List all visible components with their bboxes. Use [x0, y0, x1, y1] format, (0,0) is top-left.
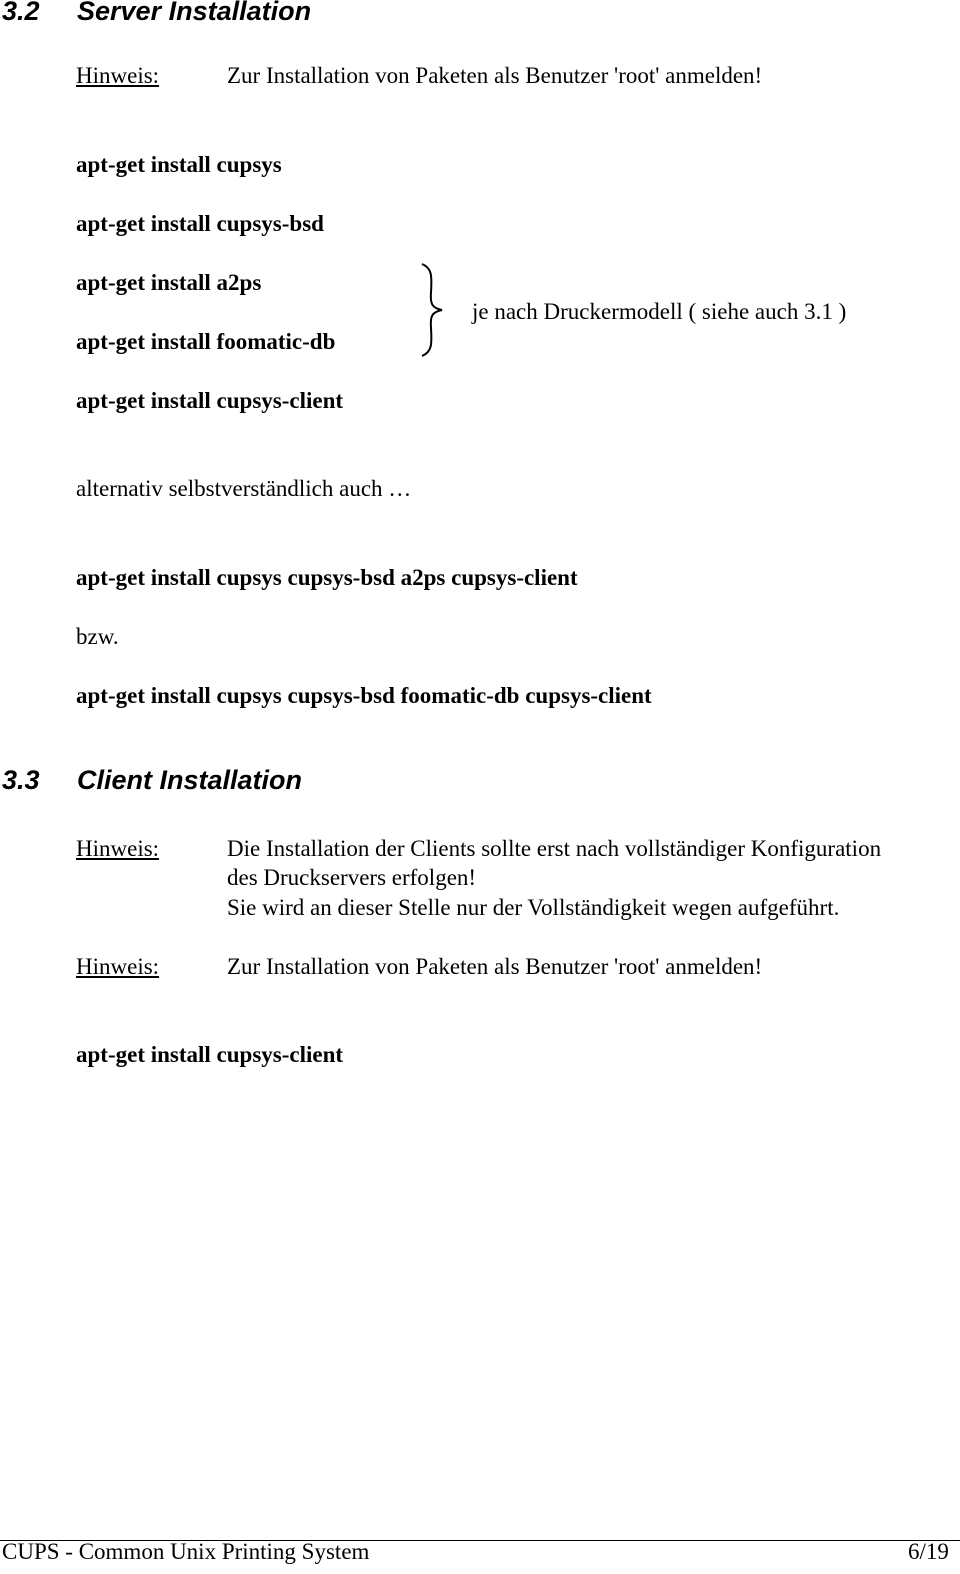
command-cupsys: apt-get install cupsys — [76, 152, 282, 177]
command-foomatic-db: apt-get install foomatic-db — [76, 329, 336, 354]
section-title-client-installation: Client Installation — [77, 765, 303, 795]
or-text: bzw. — [76, 624, 119, 649]
note1-label: Hinweis: — [76, 836, 160, 861]
command-cupsys-client: apt-get install cupsys-client — [76, 388, 344, 413]
command-cupsys-bsd: apt-get install cupsys-bsd — [76, 211, 324, 236]
note1-line-3: Sie wird an dieser Stelle nur der Vollst… — [227, 895, 840, 920]
alternative-text: alternativ selbstverständlich auch … — [76, 476, 412, 501]
note2-label: Hinweis: — [76, 954, 160, 979]
footer-title: CUPS - Common Unix Printing System — [2, 1539, 370, 1564]
client-command: apt-get install cupsys-client — [76, 1042, 344, 1067]
note-text: Zur Installation von Paketen als Benutze… — [227, 63, 763, 88]
page-number: 6/19 — [908, 1539, 949, 1564]
curly-brace-icon — [421, 263, 443, 357]
command-a2ps: apt-get install a2ps — [76, 270, 262, 295]
note-label: Hinweis: — [76, 63, 160, 88]
section-title-server-installation: Server Installation — [77, 0, 312, 26]
combined-command-a2ps: apt-get install cupsys cupsys-bsd a2ps c… — [76, 565, 578, 590]
note1-line-1: Die Installation der Clients sollte erst… — [227, 836, 882, 861]
section-number-3-2: 3.2 — [2, 0, 40, 26]
section-number-3-3: 3.3 — [2, 765, 40, 795]
note1-line-2: des Druckservers erfolgen! — [227, 865, 477, 890]
combined-command-foomatic: apt-get install cupsys cupsys-bsd foomat… — [76, 683, 652, 708]
printer-model-note: je nach Druckermodell ( siehe auch 3.1 ) — [472, 299, 847, 324]
note2-text: Zur Installation von Paketen als Benutze… — [227, 954, 763, 979]
